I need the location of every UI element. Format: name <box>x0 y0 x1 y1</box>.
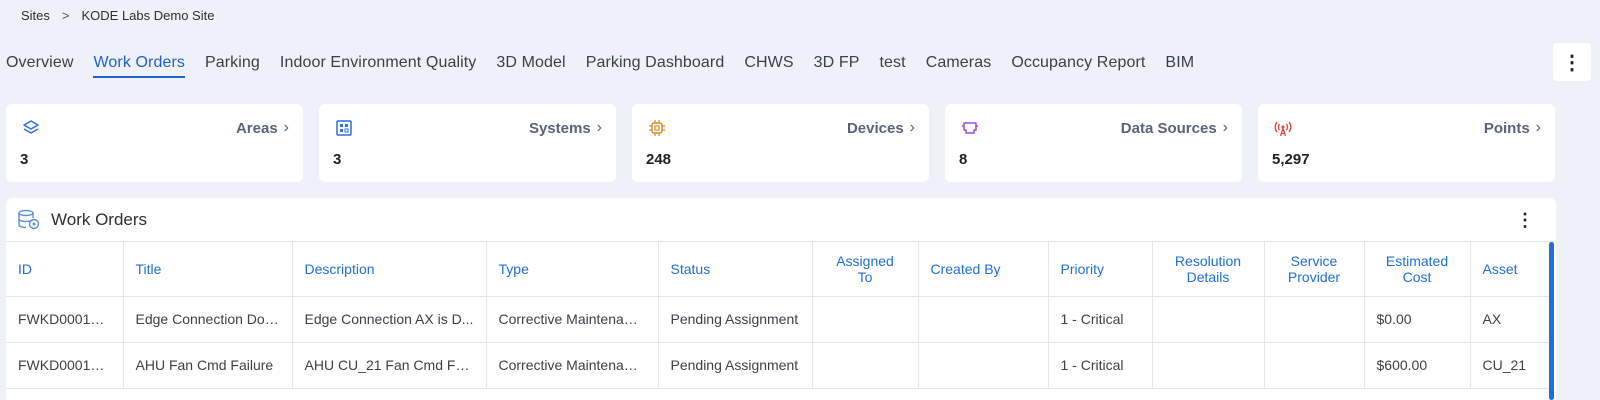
grid-box-icon <box>335 119 353 137</box>
column-header-assigned-to[interactable]: Assigned To <box>812 242 919 297</box>
chevron-right-icon: › <box>1535 119 1541 136</box>
tab-overview[interactable]: Overview <box>0 38 79 88</box>
table-row[interactable]: FWKD0001770 AHU Fan Cmd Failure AHU CU_21 … <box>6 342 1549 389</box>
card-title-label: Areas <box>235 119 278 137</box>
table-cell: FWKD0001770 <box>6 342 124 389</box>
column-header-resolution-details[interactable]: Resolution Details <box>1152 242 1265 297</box>
more-vertical-icon[interactable]: ⋮ <box>1553 43 1591 81</box>
chevron-right-icon: › <box>596 119 602 136</box>
tab-3d-model[interactable]: 3D Model <box>490 38 571 88</box>
tab-parking-dashboard[interactable]: Parking Dashboard <box>580 38 731 88</box>
card-points[interactable]: Points › 5,297 <box>1258 104 1555 182</box>
chevron-right-icon: › <box>283 119 289 136</box>
table-cell <box>812 296 919 343</box>
vertical-scrollbar[interactable] <box>1549 242 1554 400</box>
card-systems[interactable]: Systems › 3 <box>319 104 616 182</box>
card-title[interactable]: Data Sources › <box>1121 119 1228 137</box>
table-cell: CU_21 <box>1470 342 1549 389</box>
tab-occupancy-report[interactable]: Occupancy Report <box>1005 38 1151 88</box>
layers-icon <box>22 119 40 137</box>
work-orders-table: ID Title Description Type Status Assigned To C… <box>6 242 1549 389</box>
chevron-right-icon: › <box>1222 119 1228 136</box>
chip-icon <box>648 119 666 137</box>
tab-test[interactable]: test <box>874 38 912 88</box>
table-cell <box>1264 296 1365 343</box>
table-cell <box>812 342 919 389</box>
column-header-estimated-cost[interactable]: Estimated Cost <box>1364 242 1471 297</box>
column-header-priority[interactable]: Priority <box>1048 242 1153 297</box>
card-data-sources[interactable]: Data Sources › 8 <box>945 104 1242 182</box>
database-gear-icon <box>18 209 40 230</box>
connector-icon <box>961 119 979 137</box>
tab-bim[interactable]: BIM <box>1159 38 1200 88</box>
column-header-id[interactable]: ID <box>6 242 124 297</box>
table-cell <box>1152 342 1265 389</box>
table-cell: Pending Assignment <box>658 296 813 343</box>
table-cell <box>1264 342 1365 389</box>
column-header-status[interactable]: Status <box>658 242 813 297</box>
column-header-type[interactable]: Type <box>486 242 659 297</box>
column-header-service-provider[interactable]: Service Provider <box>1264 242 1365 297</box>
column-header-title[interactable]: Title <box>123 242 293 297</box>
card-title-label: Devices <box>846 119 904 137</box>
antenna-icon <box>1274 119 1292 137</box>
table-cell: AX <box>1470 296 1549 343</box>
card-devices[interactable]: Devices › 248 <box>632 104 929 182</box>
card-count: 3 <box>333 151 342 168</box>
card-title-label: Systems <box>528 119 591 137</box>
card-title[interactable]: Devices › <box>847 119 915 137</box>
more-vertical-icon[interactable]: ⋮ <box>1516 210 1534 231</box>
breadcrumb-separator: > <box>61 7 70 23</box>
table-cell: AHU Fan Cmd Failure <box>123 342 293 389</box>
column-header-created-by[interactable]: Created By <box>918 242 1049 297</box>
breadcrumb-sites-link[interactable]: Sites <box>21 8 50 23</box>
tab-chws[interactable]: CHWS <box>738 38 799 88</box>
card-title[interactable]: Systems › <box>529 119 602 137</box>
card-count: 248 <box>646 151 672 168</box>
panel-header: Work Orders ⋮ <box>6 198 1556 242</box>
card-count: 8 <box>959 151 968 168</box>
column-header-asset[interactable]: Asset <box>1470 242 1549 297</box>
card-areas[interactable]: Areas › 3 <box>6 104 303 182</box>
card-title-label: Data Sources <box>1120 119 1217 137</box>
card-count: 3 <box>20 151 29 168</box>
table-row[interactable]: FWKD0001772 Edge Connection Down Edge Conn… <box>6 296 1549 343</box>
summary-cards: Areas › 3 Systems › 3 Devices › 248 Data Sources ›… <box>6 104 1555 182</box>
panel-title: Work Orders <box>51 210 148 229</box>
table-cell <box>1152 296 1265 343</box>
card-title[interactable]: Areas › <box>236 119 289 137</box>
breadcrumb-current: KODE Labs Demo Site <box>81 7 215 23</box>
table-cell: AHU CU_21 Fan Cmd Fail... <box>292 342 487 389</box>
column-header-description[interactable]: Description <box>292 242 487 297</box>
table-cell: 1 - Critical <box>1048 296 1153 343</box>
tab-cameras[interactable]: Cameras <box>920 38 998 88</box>
table-cell: Corrective Maintenance <box>486 342 659 389</box>
tab-parking[interactable]: Parking <box>199 38 266 88</box>
table-cell: Edge Connection AX is D... <box>292 296 487 343</box>
table-cell: Edge Connection Down <box>123 296 293 343</box>
card-count: 5,297 <box>1272 151 1310 168</box>
tab-work-orders[interactable]: Work Orders <box>87 38 190 88</box>
tab-3d-fp[interactable]: 3D FP <box>808 38 866 88</box>
table-cell: FWKD0001772 <box>6 296 124 343</box>
table-cell: $600.00 <box>1364 342 1471 389</box>
table-cell: 1 - Critical <box>1048 342 1153 389</box>
tab-indoor-environment-quality[interactable]: Indoor Environment Quality <box>274 38 482 88</box>
card-title[interactable]: Points › <box>1484 119 1541 137</box>
chevron-right-icon: › <box>909 119 915 136</box>
site-tabs: Overview Work Orders Parking Indoor Environ… <box>0 38 1600 88</box>
table-cell: Pending Assignment <box>658 342 813 389</box>
table-cell: $0.00 <box>1364 296 1471 343</box>
table-cell: Corrective Maintenance <box>486 296 659 343</box>
work-orders-panel: Work Orders ⋮ ID Title Description Type Stat… <box>6 198 1556 400</box>
breadcrumb: Sites > KODE Labs Demo Site <box>21 6 214 24</box>
table-header-row: ID Title Description Type Status Assigned To C… <box>6 242 1549 297</box>
card-title-label: Points <box>1483 119 1530 137</box>
table-cell <box>918 296 1049 343</box>
table-cell <box>918 342 1049 389</box>
